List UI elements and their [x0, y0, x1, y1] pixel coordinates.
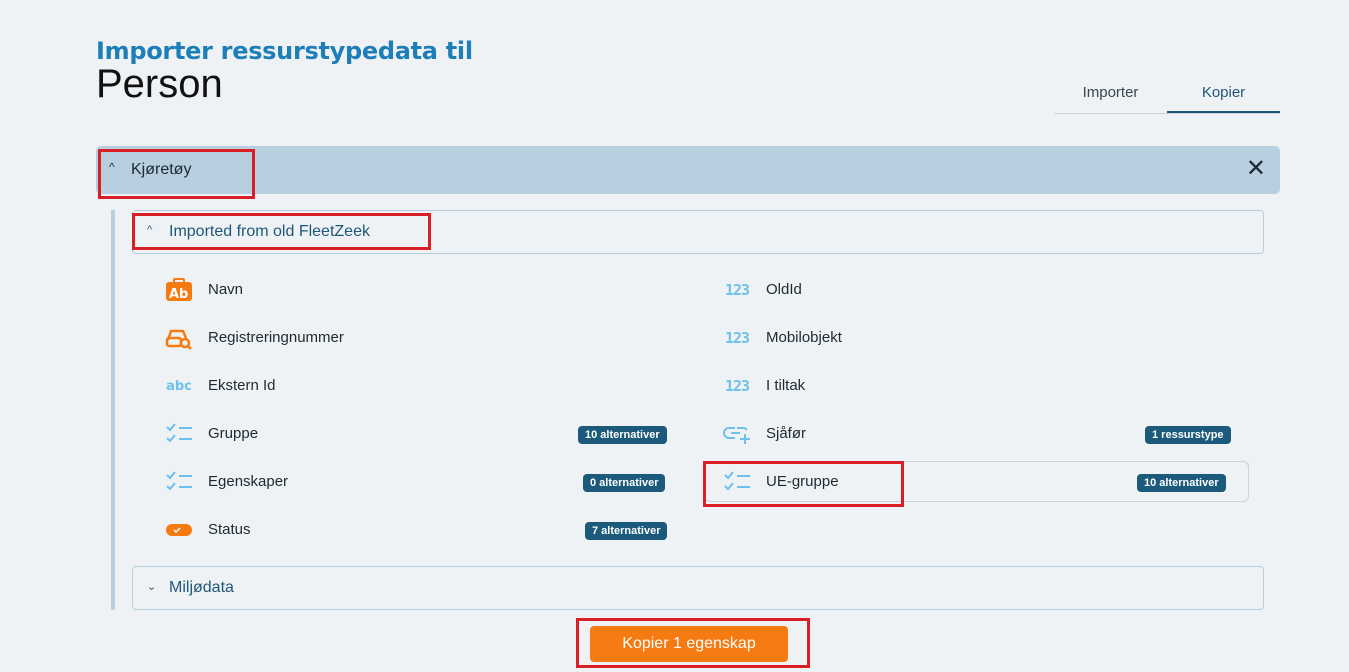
field-gruppe[interactable]: Gruppe 10 alternativer [164, 414, 684, 454]
chevron-up-icon: ^ [147, 224, 153, 236]
page-title: Importer ressurstypedata til [96, 37, 473, 65]
checklist-icon [164, 470, 194, 494]
chevron-up-icon: ^ [109, 160, 115, 174]
field-registreringnummer[interactable]: Registreringnummer [164, 318, 684, 358]
field-mobilobjekt[interactable]: 123 Mobilobjekt [722, 318, 1242, 358]
section-header-kjoretoy[interactable]: ^ Kjøretøy ✕ [96, 146, 1280, 194]
field-name: Registreringnummer [208, 329, 344, 346]
field-name: UE-gruppe [766, 473, 839, 490]
text-ab-icon: Ab [164, 278, 194, 302]
tree-line [111, 210, 115, 610]
field-status[interactable]: Status 7 alternativer [164, 510, 684, 550]
tab-kopier[interactable]: Kopier [1167, 80, 1280, 113]
field-name: Mobilobjekt [766, 329, 842, 346]
field-sjafor[interactable]: Sjåfør 1 ressurstype [722, 414, 1242, 454]
tab-importer[interactable]: Importer [1054, 80, 1167, 113]
checklist-icon [722, 470, 752, 494]
resource-type-badge: 1 ressurstype [1145, 426, 1231, 444]
field-name: I tiltak [766, 377, 806, 394]
car-search-icon [164, 326, 194, 350]
options-badge: 10 alternativer [1137, 474, 1226, 492]
options-badge: 10 alternativer [578, 426, 667, 444]
abc-icon: abc [166, 378, 192, 394]
field-name: OldId [766, 281, 802, 298]
group-header-imported[interactable]: ^ Imported from old FleetZeek [132, 210, 1264, 254]
options-badge: 0 alternativer [583, 474, 666, 492]
close-icon[interactable]: ✕ [1246, 156, 1266, 182]
tab-bar: Importer Kopier [1054, 80, 1280, 114]
field-oldid[interactable]: 123 OldId [722, 270, 1242, 310]
group-label: Miljødata [169, 579, 234, 596]
group-header-miljodata[interactable]: ⌄ Miljødata [132, 566, 1264, 610]
copy-button[interactable]: Kopier 1 egenskap [590, 626, 788, 662]
svg-text:Ab: Ab [169, 287, 188, 302]
number-icon: 123 [724, 281, 750, 299]
number-icon: 123 [724, 329, 750, 347]
field-ekstern-id[interactable]: abc Ekstern Id [164, 366, 684, 406]
field-i-tiltak[interactable]: 123 I tiltak [722, 366, 1242, 406]
field-name: Gruppe [208, 425, 259, 442]
section-label: Kjøretøy [131, 161, 192, 178]
page-subtitle: Person [96, 62, 223, 106]
toggle-icon [164, 518, 194, 542]
field-name: Sjåfør [766, 425, 807, 442]
field-egenskaper[interactable]: Egenskaper 0 alternativer [164, 462, 684, 502]
field-name: Ekstern Id [208, 377, 276, 394]
group-label: Imported from old FleetZeek [169, 223, 370, 240]
checklist-icon [164, 422, 194, 446]
options-badge: 7 alternativer [585, 522, 668, 540]
number-icon: 123 [724, 377, 750, 395]
field-name: Navn [208, 281, 244, 298]
chevron-down-icon: ⌄ [147, 581, 157, 593]
field-navn[interactable]: Ab Navn [164, 270, 684, 310]
field-name: Status [208, 521, 251, 538]
field-ue-gruppe[interactable]: UE-gruppe 10 alternativer [722, 462, 1242, 502]
link-add-icon [722, 422, 752, 446]
field-name: Egenskaper [208, 473, 289, 490]
